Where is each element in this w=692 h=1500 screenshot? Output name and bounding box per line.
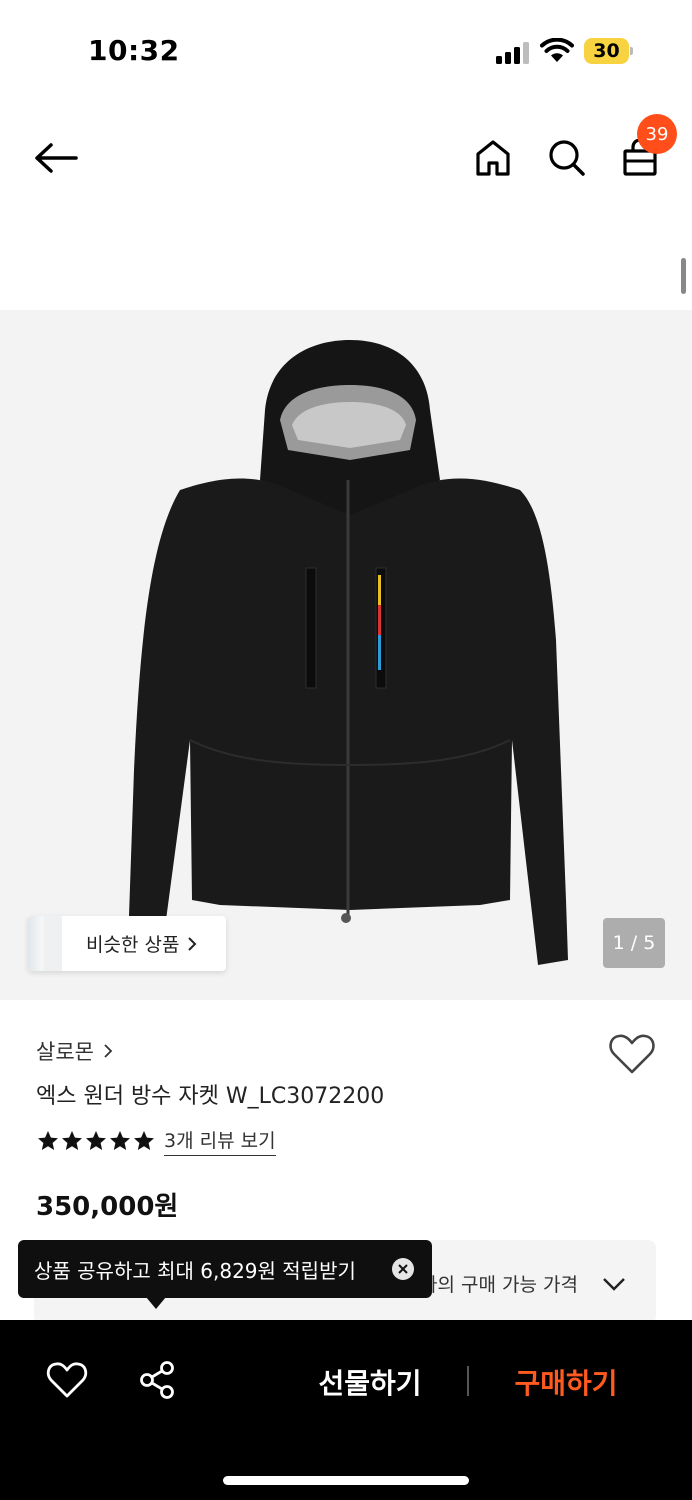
top-navigation bbox=[0, 110, 692, 206]
heart-icon[interactable] bbox=[46, 1360, 88, 1400]
chevron-right-icon bbox=[104, 1044, 113, 1058]
my-price-label: 나의 구매 가능 가격 bbox=[420, 1274, 578, 1296]
product-title: 엑스 원더 방수 자켓 W_LC3072200 bbox=[36, 1084, 385, 1109]
star-icon bbox=[110, 1131, 130, 1150]
status-time: 10:32 bbox=[88, 34, 180, 67]
close-icon bbox=[398, 1264, 408, 1274]
buy-button[interactable]: 구매하기 bbox=[496, 1360, 636, 1404]
battery-icon: 30 bbox=[584, 38, 634, 64]
product-image bbox=[128, 340, 568, 965]
share-reward-tooltip: 상품 공유하고 최대 6,829원 적립받기 bbox=[18, 1240, 432, 1298]
home-icon bbox=[476, 140, 510, 176]
brand-name: 살로몬 bbox=[36, 1040, 94, 1064]
similar-products-label: 비슷한 상품 bbox=[86, 934, 180, 956]
review-link[interactable]: 3개 리뷰 보기 bbox=[164, 1126, 276, 1156]
star-rating bbox=[36, 1129, 156, 1153]
cart-count-badge: 39 bbox=[637, 114, 677, 154]
arrow-left-icon bbox=[35, 143, 78, 173]
star-icon bbox=[38, 1131, 58, 1150]
status-bar: 10:32 30 bbox=[0, 0, 692, 100]
star-icon bbox=[134, 1131, 154, 1150]
tooltip-arrow bbox=[146, 1297, 166, 1309]
tooltip-close-button[interactable] bbox=[392, 1258, 414, 1280]
home-indicator[interactable] bbox=[223, 1476, 469, 1485]
wifi-icon bbox=[540, 38, 574, 62]
battery-level: 30 bbox=[584, 38, 629, 64]
product-price: 350,000원 bbox=[36, 1192, 179, 1222]
scrollbar[interactable] bbox=[681, 258, 686, 294]
bottom-action-bar bbox=[0, 1320, 692, 1500]
heart-icon[interactable] bbox=[608, 1032, 656, 1076]
brand-link[interactable]: 살로몬 bbox=[36, 1036, 114, 1066]
tooltip-text: 상품 공유하고 최대 6,829원 적립받기 bbox=[34, 1258, 356, 1283]
divider bbox=[467, 1366, 469, 1396]
chevron-down-icon bbox=[603, 1278, 625, 1291]
product-image-gallery[interactable] bbox=[0, 310, 692, 1000]
star-icon bbox=[62, 1131, 82, 1150]
chevron-right-icon bbox=[188, 936, 197, 951]
star-icon bbox=[86, 1131, 106, 1150]
search-icon bbox=[549, 140, 585, 176]
share-icon[interactable] bbox=[138, 1360, 176, 1400]
cellular-signal-icon bbox=[496, 42, 529, 64]
similar-products-button[interactable]: 비슷한 상품 bbox=[28, 916, 226, 971]
back-button[interactable] bbox=[30, 132, 82, 184]
gift-button[interactable]: 선물하기 bbox=[300, 1360, 440, 1404]
home-button[interactable] bbox=[468, 132, 518, 184]
similar-product-thumbnail bbox=[28, 916, 62, 971]
rating-row: 3개 리뷰 보기 bbox=[36, 1126, 276, 1156]
search-button[interactable] bbox=[542, 132, 592, 184]
image-page-counter: 1 / 5 bbox=[603, 918, 665, 968]
